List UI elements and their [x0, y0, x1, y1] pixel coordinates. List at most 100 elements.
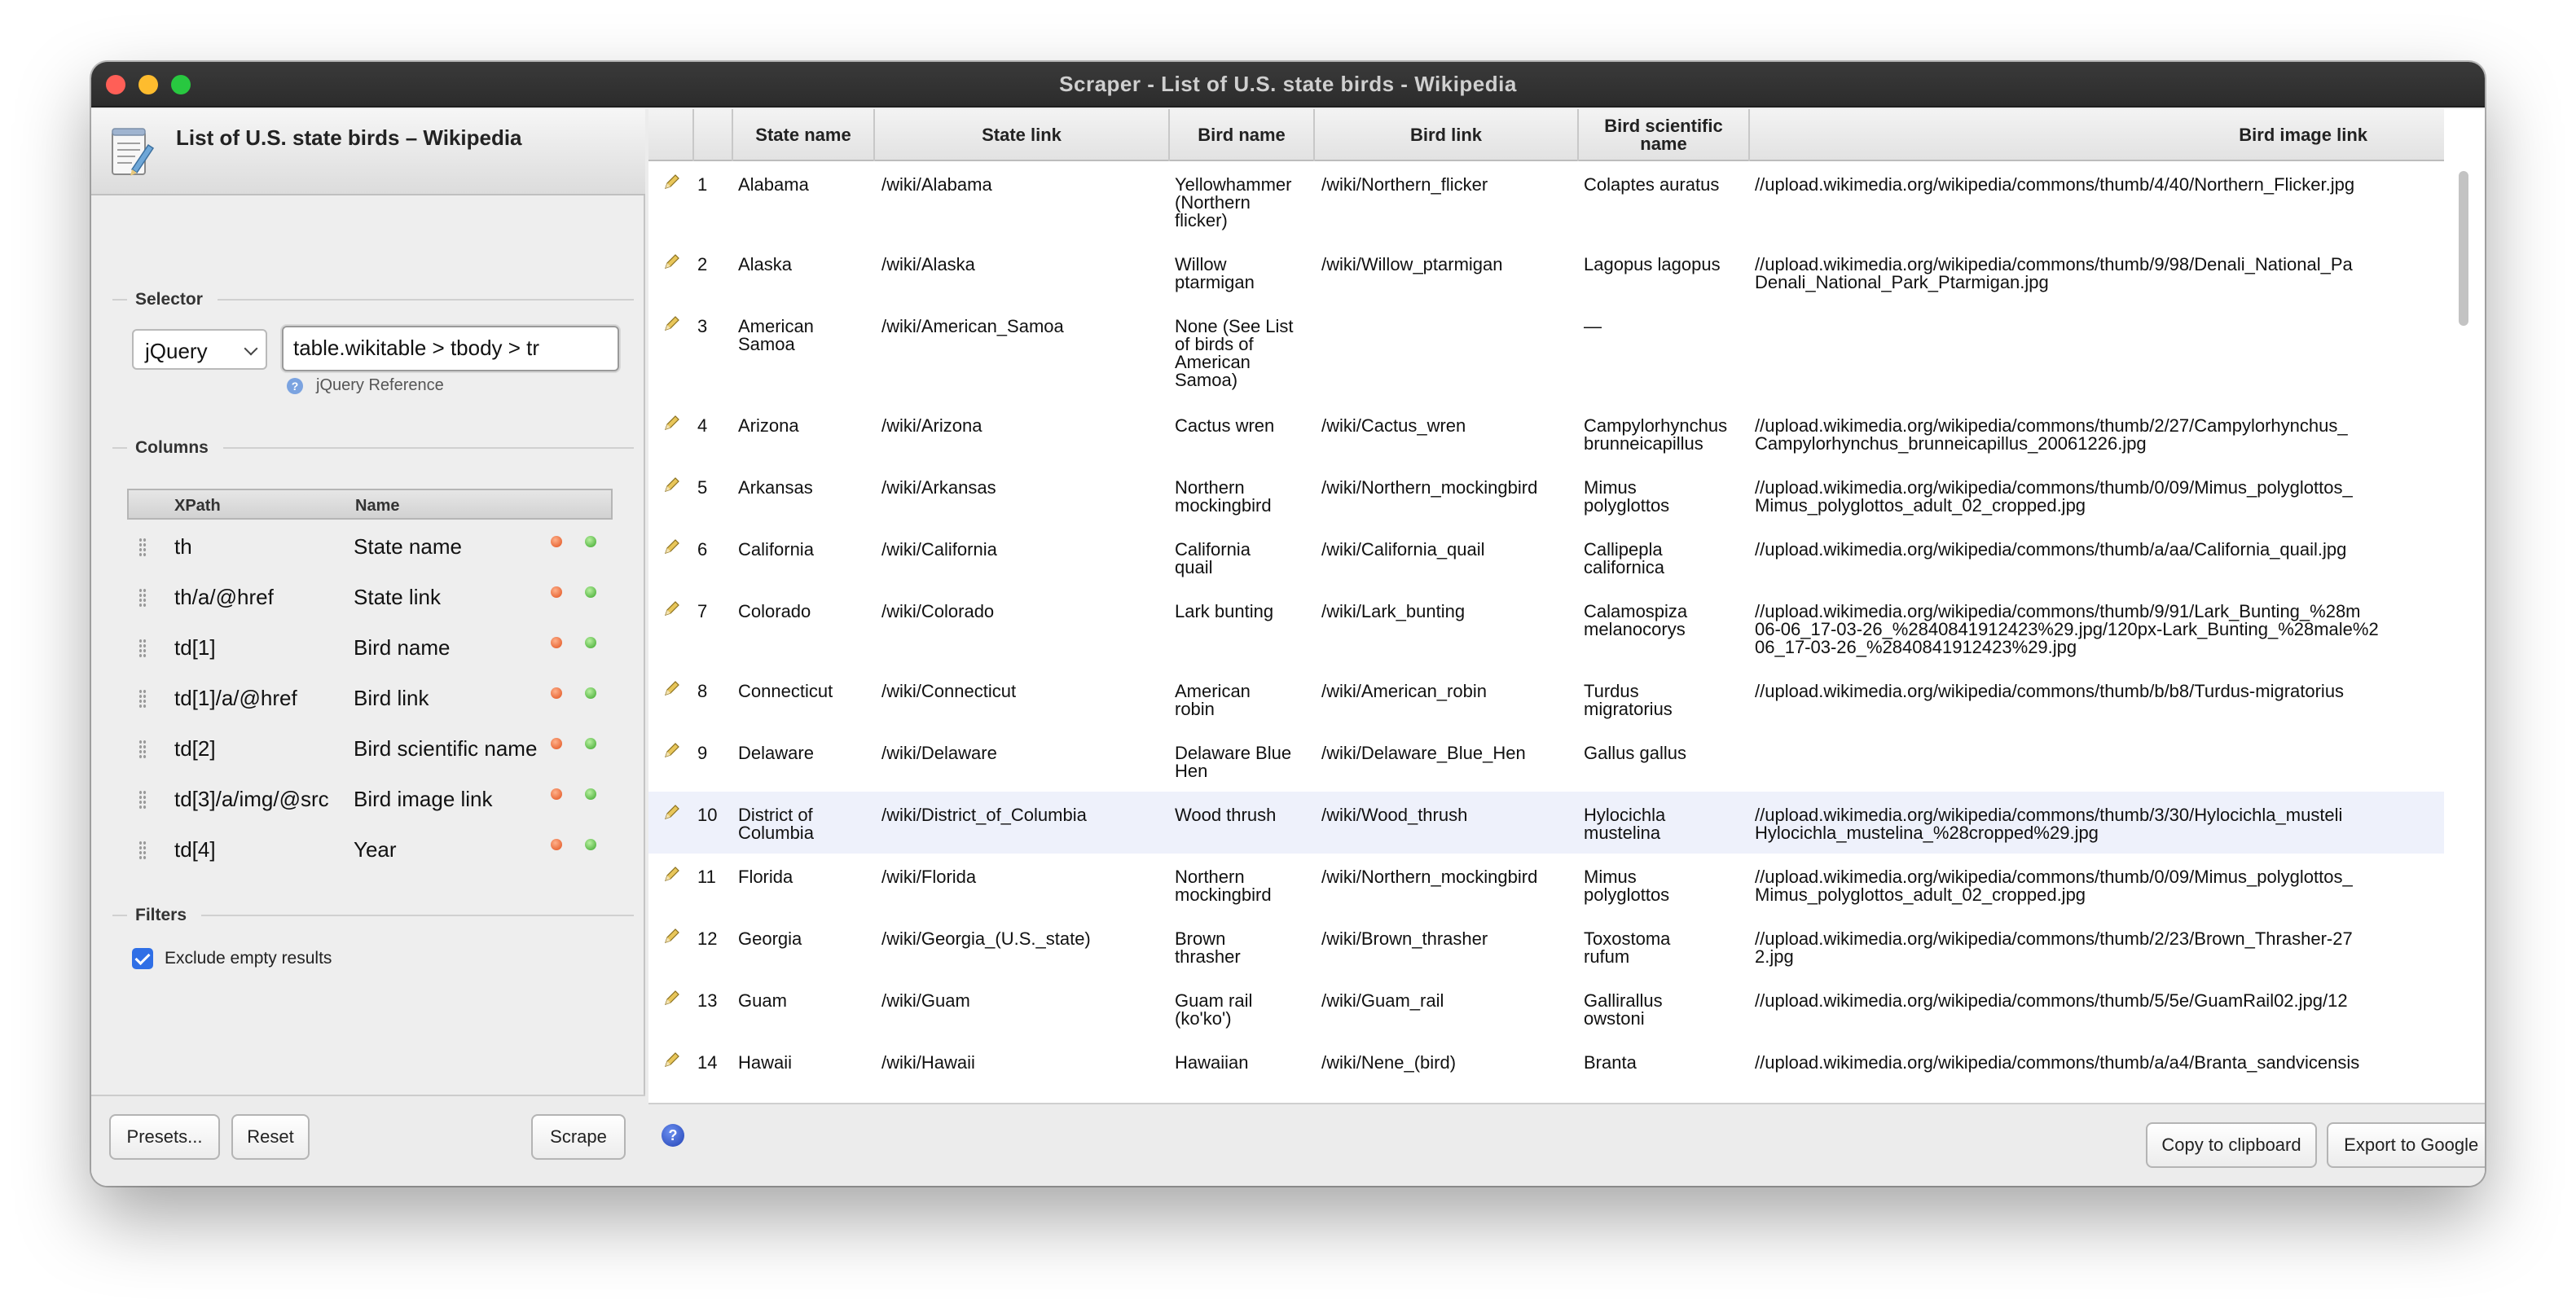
table-row[interactable]: 14 Hawaii/wiki/Hawaii Hawaiian/wiki/Nene_(… — [648, 1039, 2444, 1101]
table-row[interactable]: 8 Connecticut/wiki/Connecticut American ro… — [648, 668, 2444, 730]
cell-state: Alaska — [738, 256, 793, 274]
bird-link-header[interactable]: Bird link — [1315, 109, 1579, 161]
pencil-icon[interactable] — [663, 173, 681, 191]
pencil-icon[interactable] — [663, 803, 681, 821]
document-icon — [112, 128, 155, 176]
selector-input[interactable]: table.wikitable > tbody > tr — [282, 326, 619, 371]
pencil-icon[interactable] — [663, 741, 681, 759]
table-row[interactable]: 9 Delaware/wiki/Delaware Delaware Blue Hen… — [648, 730, 2444, 792]
column-row[interactable]: th/a/@href State link — [127, 570, 613, 621]
bird-image-link-header[interactable]: Bird image link — [1750, 109, 2444, 161]
pencil-icon[interactable] — [663, 679, 681, 697]
add-icon[interactable] — [585, 839, 596, 850]
column-xpath[interactable]: td[1] — [174, 635, 216, 661]
exclude-empty-checkbox[interactable] — [132, 948, 153, 969]
reset-button[interactable]: Reset — [231, 1114, 310, 1160]
add-icon[interactable] — [585, 738, 596, 749]
remove-icon[interactable] — [551, 738, 562, 749]
help-icon[interactable]: ? — [662, 1124, 684, 1147]
pencil-icon[interactable] — [663, 538, 681, 555]
column-xpath[interactable]: td[4] — [174, 837, 216, 862]
presets-button[interactable]: Presets... — [109, 1114, 220, 1160]
remove-icon[interactable] — [551, 586, 562, 598]
table-row[interactable]: 2 Alaska/wiki/Alaska Willow ptarmigan/wiki… — [648, 241, 2444, 303]
remove-icon[interactable] — [551, 788, 562, 800]
cell-blink: /wiki/Brown_thrasher — [1321, 930, 1488, 949]
remove-icon[interactable] — [551, 687, 562, 699]
pencil-icon[interactable] — [663, 252, 681, 270]
cell-sci: — — [1584, 318, 1602, 336]
drag-handle-icon[interactable] — [138, 790, 147, 810]
column-name[interactable]: Bird image link — [354, 787, 543, 812]
vertical-scrollbar[interactable] — [2459, 171, 2468, 326]
state-name-header[interactable]: State name — [733, 109, 875, 161]
drag-handle-icon[interactable] — [138, 639, 147, 658]
pencil-icon[interactable] — [663, 414, 681, 432]
add-icon[interactable] — [585, 788, 596, 800]
pencil-icon[interactable] — [663, 599, 681, 617]
exclude-empty-option[interactable]: Exclude empty results — [132, 948, 332, 969]
table-row[interactable]: 7 Colorado/wiki/Colorado Lark bunting/wiki… — [648, 588, 2444, 668]
scrape-button[interactable]: Scrape — [531, 1114, 626, 1160]
column-row[interactable]: td[4] Year — [127, 823, 613, 873]
pencil-icon[interactable] — [663, 927, 681, 945]
column-name[interactable]: Bird name — [354, 635, 543, 661]
pencil-icon[interactable] — [663, 989, 681, 1007]
column-xpath[interactable]: td[2] — [174, 736, 216, 762]
table-row[interactable]: 1 Alabama/wiki/Alabama Yellowhammer (North… — [648, 161, 2444, 241]
column-row[interactable]: th State name — [127, 520, 613, 570]
pencil-icon[interactable] — [663, 314, 681, 332]
remove-icon[interactable] — [551, 637, 562, 648]
table-row[interactable]: 12 Georgia/wiki/Georgia_(U.S._state) Brown… — [648, 915, 2444, 977]
add-icon[interactable] — [585, 637, 596, 648]
cell-img — [1755, 318, 2442, 402]
export-google-docs-button[interactable]: Export to Google Docs... — [2327, 1122, 2485, 1168]
cell-link: /wiki/District_of_Columbia — [881, 806, 1087, 825]
bird-name-header[interactable]: Bird name — [1170, 109, 1315, 161]
jquery-reference-link[interactable]: ? jQuery Reference — [287, 376, 444, 395]
cell-n: 12 — [697, 930, 718, 949]
column-xpath[interactable]: td[1]/a/@href — [174, 686, 297, 711]
table-row[interactable]: 13 Guam/wiki/Guam Guam rail (ko'ko') /wiki/… — [648, 977, 2444, 1039]
pencil-icon[interactable] — [663, 1051, 681, 1069]
add-icon[interactable] — [585, 586, 596, 598]
add-icon[interactable] — [585, 536, 596, 547]
cell-img: //upload.wikimedia.org/wikipedia/commons… — [1755, 256, 2353, 292]
copy-to-clipboard-button[interactable]: Copy to clipboard — [2146, 1122, 2317, 1168]
column-xpath[interactable]: th/a/@href — [174, 585, 274, 610]
table-row[interactable]: 3 American Samoa/wiki/American_Samoa None … — [648, 303, 2444, 402]
column-name[interactable]: State link — [354, 585, 543, 610]
drag-handle-icon[interactable] — [138, 588, 147, 608]
column-name[interactable]: State name — [354, 534, 543, 560]
table-row[interactable]: 4 Arizona/wiki/Arizona Cactus wren/wiki/Ca… — [648, 402, 2444, 464]
drag-handle-icon[interactable] — [138, 841, 147, 860]
column-row[interactable]: td[1]/a/@href Bird link — [127, 671, 613, 722]
remove-icon[interactable] — [551, 839, 562, 850]
column-xpath[interactable]: th — [174, 534, 192, 560]
column-row[interactable]: td[3]/a/img/@src Bird image link — [127, 772, 613, 823]
drag-handle-icon[interactable] — [138, 689, 147, 709]
add-icon[interactable] — [585, 687, 596, 699]
pencil-icon[interactable] — [663, 865, 681, 883]
table-row[interactable]: 10 District of Columbia/wiki/District_of_… — [648, 792, 2444, 854]
remove-icon[interactable] — [551, 536, 562, 547]
table-row[interactable]: 11 Florida/wiki/Florida Northern mockingbi… — [648, 854, 2444, 915]
column-row[interactable]: td[2] Bird scientific name — [127, 722, 613, 772]
column-name[interactable]: Year — [354, 837, 543, 862]
column-xpath[interactable]: td[3]/a/img/@src — [174, 787, 329, 812]
cell-link: /wiki/Georgia_(U.S._state) — [881, 930, 1091, 949]
state-link-header[interactable]: State link — [875, 109, 1170, 161]
column-row[interactable]: td[1] Bird name — [127, 621, 613, 671]
selector-type-dropdown[interactable]: jQuery — [132, 329, 267, 370]
column-name[interactable]: Bird scientific name — [354, 736, 543, 762]
pencil-icon[interactable] — [663, 476, 681, 494]
columns-table-header: XPath Name — [127, 489, 613, 520]
drag-handle-icon[interactable] — [138, 740, 147, 759]
table-row[interactable]: 6 California/wiki/California California qu… — [648, 526, 2444, 588]
drag-handle-icon[interactable] — [138, 538, 147, 557]
table-row[interactable]: 5 Arkansas/wiki/Arkansas Northern mockingb… — [648, 464, 2444, 526]
cell-n: 1 — [697, 176, 708, 195]
column-name[interactable]: Bird link — [354, 686, 543, 711]
bird-scientific-name-header[interactable]: Bird scientific name — [1579, 109, 1750, 161]
cell-sci: Calamospiza melanocorys — [1584, 603, 1688, 639]
